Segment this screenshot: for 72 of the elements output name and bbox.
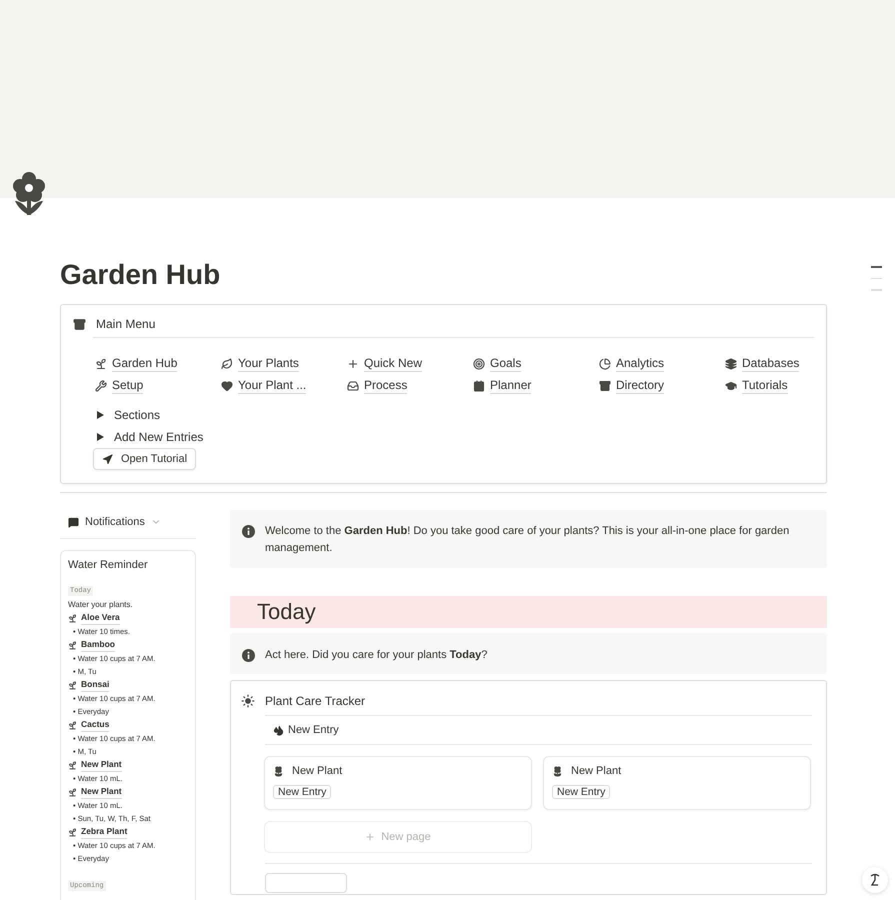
plant-link[interactable]: New Plant [81, 785, 122, 799]
wrench-icon [95, 380, 107, 392]
graduation-cap-icon [725, 380, 737, 392]
flower-icon [273, 766, 284, 776]
sprout-icon [68, 760, 77, 770]
info-icon [242, 649, 255, 662]
layers-icon [725, 358, 737, 370]
menu-link[interactable]: Goals [473, 356, 599, 372]
sprout-icon [68, 828, 77, 836]
main-menu-heading: Main Menu [96, 317, 156, 331]
droplets-icon [273, 724, 284, 736]
today-callout: Act here. Did you care for your plants Today? [230, 633, 827, 674]
entry-tag: New Entry [273, 785, 332, 799]
menu-link[interactable]: Process [347, 378, 473, 394]
sprout-icon [68, 720, 77, 730]
menu-link[interactable]: Directory [599, 378, 725, 394]
plant-link[interactable]: New Plant [81, 758, 122, 772]
toggle-label[interactable]: Add New Entries [114, 430, 204, 444]
menu-link[interactable]: Garden Hub [95, 356, 221, 372]
plant-card[interactable]: New Plant New Entry [543, 756, 811, 810]
notifications-button[interactable]: Notifications [60, 510, 169, 534]
calendar-icon [473, 380, 485, 392]
toggle-triangle-icon[interactable] [97, 433, 104, 441]
plant-link[interactable]: Bonsai [81, 678, 110, 692]
info-icon [242, 525, 255, 538]
menu-link[interactable]: Planner [473, 378, 599, 394]
entry-tag: New Entry [552, 785, 610, 799]
toggle-triangle-icon[interactable] [97, 411, 104, 419]
menu-link[interactable]: Setup [95, 378, 221, 394]
view-tab[interactable]: New Entry [267, 716, 345, 744]
sun-icon [241, 694, 255, 708]
toggle-label[interactable]: Sections [114, 408, 160, 422]
plant-link[interactable]: Aloe Vera [81, 611, 120, 625]
menu-link[interactable]: Your Plant ... [221, 378, 347, 394]
sprout-icon [68, 788, 77, 796]
send-arrow-icon [102, 454, 113, 464]
plant-link[interactable]: Bamboo [81, 638, 115, 652]
target-icon [473, 358, 485, 370]
menu-link[interactable]: Tutorials [725, 378, 851, 394]
card-title: New Plant [571, 765, 622, 777]
card-title: New Plant [292, 765, 342, 777]
page-title: Garden Hub [60, 258, 222, 292]
sprout-icon [95, 358, 107, 370]
plus-icon [347, 358, 359, 370]
drawers-icon [73, 318, 86, 330]
pie-chart-icon [599, 358, 611, 370]
today-heading: Today [230, 596, 827, 628]
plant-card[interactable]: New Plant New Entry [264, 756, 532, 810]
sprout-icon [68, 614, 77, 622]
reminder-note: Water your plants. [68, 599, 134, 611]
open-tutorial-button[interactable]: Open Tutorial [93, 448, 196, 470]
plant-link[interactable]: Cactus [81, 718, 110, 732]
outline-minimap[interactable] [871, 266, 882, 290]
menu-link[interactable]: Analytics [599, 356, 725, 372]
message-icon [68, 516, 79, 528]
archive-icon [599, 380, 611, 392]
heart-icon [221, 380, 233, 392]
flower-icon [552, 766, 563, 776]
inbox-icon [347, 380, 359, 392]
leaf-icon [221, 358, 233, 370]
flower-icon [12, 171, 46, 217]
sprout-icon [68, 680, 77, 690]
plus-icon [365, 832, 376, 842]
welcome-callout: Welcome to the Garden Hub! Do you take good care of your plants? This is your all-in-one place for garden management. [230, 510, 827, 568]
help-button[interactable] [862, 867, 888, 893]
reminder-title: Water Reminder [68, 559, 149, 571]
menu-link[interactable]: Databases [725, 356, 851, 372]
sprout-icon [68, 640, 77, 650]
plant-link[interactable]: Zebra Plant [81, 825, 128, 839]
menu-link[interactable]: Your Plants [221, 356, 347, 372]
menu-link[interactable]: Quick New [347, 356, 473, 372]
tracker-heading: Plant Care Tracker [265, 694, 366, 708]
